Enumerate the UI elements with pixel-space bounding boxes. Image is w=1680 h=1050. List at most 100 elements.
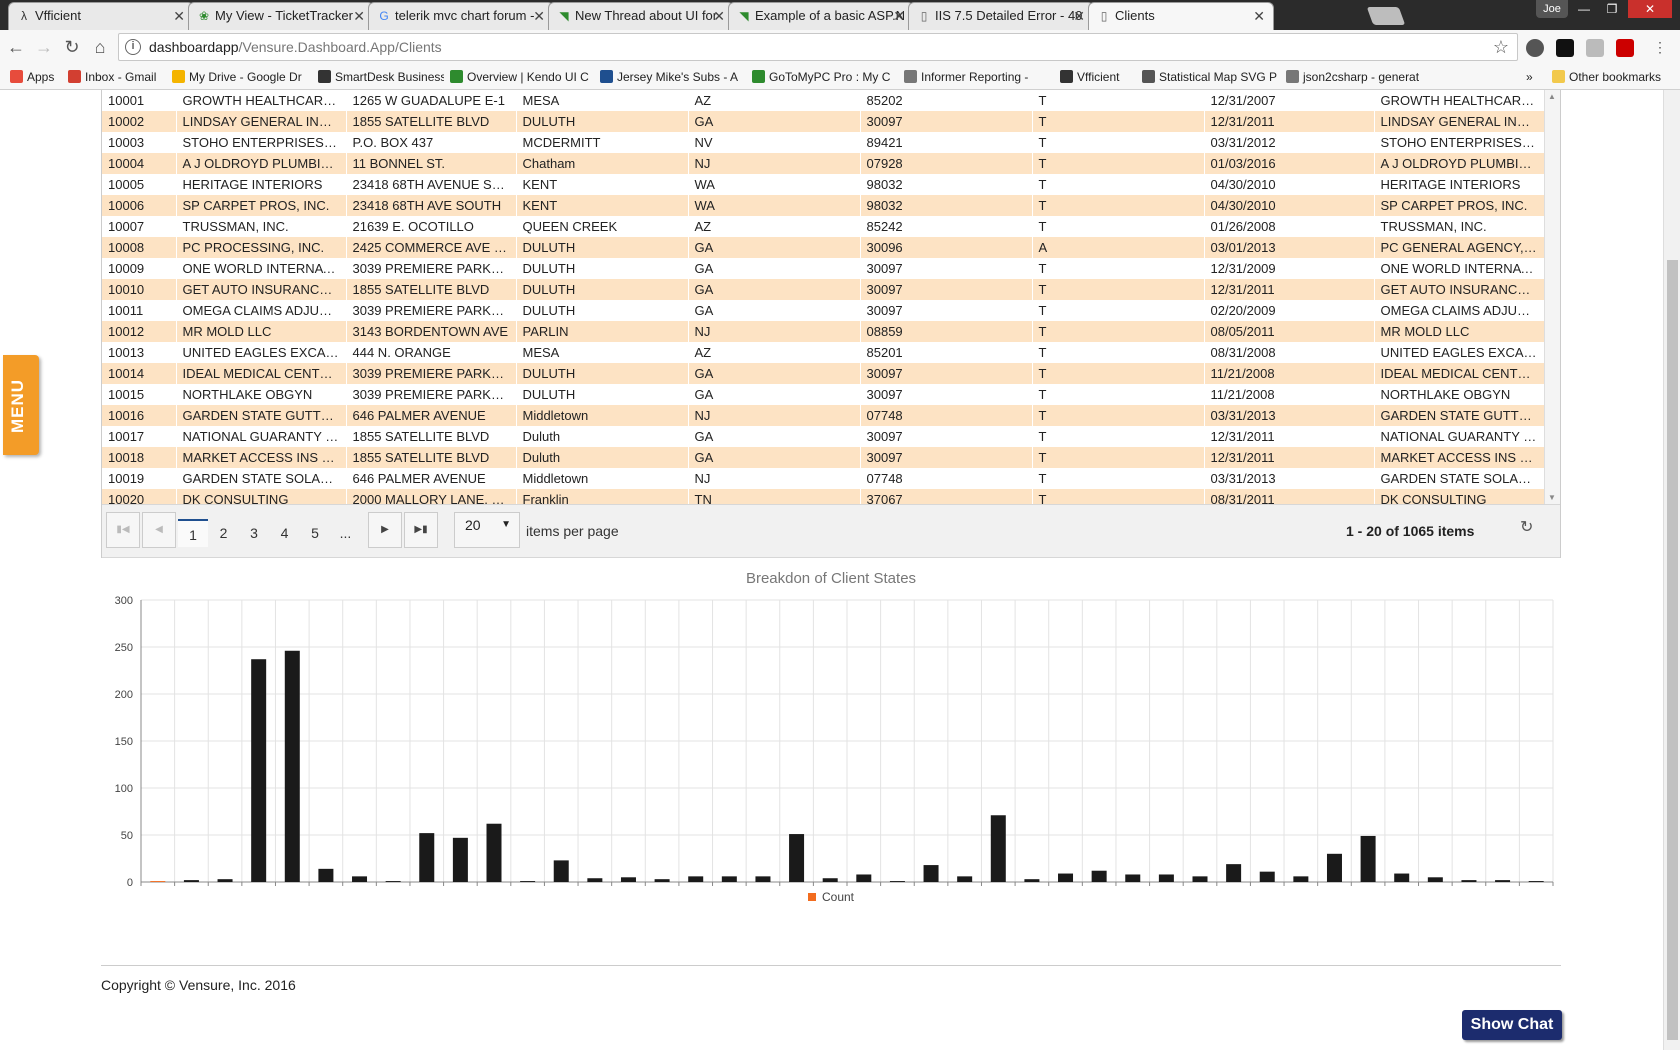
- browser-tab[interactable]: Gtelerik mvc chart forum - ✕: [368, 2, 554, 30]
- chrome-menu-icon[interactable]: ⋮: [1648, 36, 1672, 58]
- bookmark-item[interactable]: Jersey Mike's Subs - A: [600, 68, 746, 86]
- clients-grid: 10001 GROWTH HEALTHCARE… 1265 W GUADALUPE …: [101, 90, 1561, 558]
- bookmark-chevron-icon[interactable]: »: [1526, 68, 1533, 86]
- browser-tab[interactable]: ◥ New Thread about UI for ✕: [548, 2, 734, 30]
- page-number-button[interactable]: 5: [300, 519, 330, 547]
- bookmark-item[interactable]: Overview | Kendo UI C: [450, 68, 594, 86]
- table-row[interactable]: 10004 A J OLDROYD PLUMBIN… 11 BONNEL ST. Ch…: [102, 153, 1544, 174]
- prev-page-button[interactable]: ◀: [142, 512, 176, 548]
- table-row[interactable]: 10005 HERITAGE INTERIORS 23418 68TH AVENUE…: [102, 174, 1544, 195]
- page-number-button[interactable]: 2: [209, 519, 239, 547]
- table-row[interactable]: 10014 IDEAL MEDICAL CENTE… 3039 PREMIERE P…: [102, 363, 1544, 384]
- table-row[interactable]: 10012 MR MOLD LLC 3143 BORDENTOWN AVE PARLI…: [102, 321, 1544, 342]
- bookmark-item[interactable]: json2csharp - generat: [1286, 68, 1426, 86]
- tab-close-icon[interactable]: ✕: [1253, 3, 1265, 29]
- table-row[interactable]: 10002 LINDSAY GENERAL INS… 1855 SATELLITE …: [102, 111, 1544, 132]
- table-row[interactable]: 10010 GET AUTO INSURANCE… 1855 SATELLITE B…: [102, 279, 1544, 300]
- table-row[interactable]: 10015 NORTHLAKE OBGYN 3039 PREMIERE PARK… D…: [102, 384, 1544, 405]
- table-row[interactable]: 10017 NATIONAL GUARANTY I… 1855 SATELLITE …: [102, 426, 1544, 447]
- page-number-button[interactable]: 1: [178, 519, 208, 547]
- reload-icon[interactable]: ↻: [60, 36, 84, 58]
- new-tab-button[interactable]: [1366, 7, 1406, 25]
- browser-tab[interactable]: ❀ My View - TicketTracker ✕: [188, 2, 374, 30]
- back-icon[interactable]: ←: [4, 36, 28, 58]
- table-row[interactable]: 10008 PC PROCESSING, INC. 2425 COMMERCE AV…: [102, 237, 1544, 258]
- table-row[interactable]: 10018 MARKET ACCESS INS … 1855 SATELLITE B…: [102, 447, 1544, 468]
- tab-close-icon[interactable]: ✕: [353, 3, 365, 29]
- table-row[interactable]: 10009 ONE WORLD INTERNAT… 3039 PREMIERE PA…: [102, 258, 1544, 279]
- bookmark-item[interactable]: Informer Reporting -: [904, 68, 1054, 86]
- bookmark-item[interactable]: Inbox - Gmail: [68, 68, 168, 86]
- dropbox-extension-icon[interactable]: [1586, 39, 1604, 57]
- cell-client-id: 10002: [102, 111, 176, 132]
- browser-tab[interactable]: ◥ Example of a basic ASP.N ✕: [728, 2, 914, 30]
- amazon-extension-icon[interactable]: [1556, 39, 1574, 57]
- window-close-icon[interactable]: ✕: [1628, 0, 1672, 18]
- table-row[interactable]: 10013 UNITED EAGLES EXCA… 444 N. ORANGE MES…: [102, 342, 1544, 363]
- page-ellipsis[interactable]: ...: [331, 519, 361, 547]
- cell-client-name: GROWTH HEALTHCARE…: [182, 93, 345, 108]
- bookmark-item[interactable]: Vfficient: [1060, 68, 1136, 86]
- page-number-button[interactable]: 4: [270, 519, 300, 547]
- bookmark-item[interactable]: Apps: [10, 68, 66, 86]
- home-icon[interactable]: ⌂: [88, 36, 112, 58]
- extension-icon[interactable]: [1526, 39, 1544, 57]
- browser-tab[interactable]: λ Vfficient ✕: [8, 2, 194, 30]
- show-chat-button[interactable]: Show Chat: [1462, 1010, 1562, 1040]
- next-page-button[interactable]: ▶: [368, 512, 402, 548]
- chart-bar: [688, 876, 704, 882]
- page-scrollbar[interactable]: [1663, 90, 1680, 1050]
- tab-close-icon[interactable]: ✕: [893, 3, 905, 29]
- bookmark-item[interactable]: Statistical Map SVG P: [1142, 68, 1280, 86]
- cell-date: 03/31/2013: [1204, 405, 1374, 426]
- chart-bar: [990, 815, 1006, 882]
- profile-button[interactable]: Joe: [1536, 0, 1568, 18]
- side-menu-label: MENU: [8, 378, 27, 433]
- browser-tab[interactable]: ▯ IIS 7.5 Detailed Error - 40 ✕: [908, 2, 1094, 30]
- tab-close-icon[interactable]: ✕: [1073, 3, 1085, 29]
- table-row[interactable]: 10003 STOHO ENTERPRISES,… P.O. BOX 437 MCDE…: [102, 132, 1544, 153]
- browser-tab-title: Vfficient: [35, 8, 82, 23]
- table-row[interactable]: 10016 GARDEN STATE GUTTE… 646 PALMER AVENU…: [102, 405, 1544, 426]
- tab-close-icon[interactable]: ✕: [713, 3, 725, 29]
- chart-bar: [318, 868, 334, 882]
- site-info-icon[interactable]: i: [125, 39, 141, 55]
- side-menu-button[interactable]: MENU: [3, 355, 39, 455]
- restore-icon[interactable]: ❐: [1598, 0, 1626, 18]
- minimize-icon[interactable]: —: [1570, 0, 1598, 18]
- other-bookmarks[interactable]: Other bookmarks: [1552, 68, 1661, 86]
- tab-close-icon[interactable]: ✕: [533, 3, 545, 29]
- cell-status: T: [1038, 471, 1047, 486]
- cell-zip: 07748: [860, 405, 1032, 426]
- cell-legal-name: HERITAGE INTERIORS: [1380, 177, 1521, 192]
- cell-legal-name: GROWTH HEALTHCARE…: [1380, 93, 1543, 108]
- table-row[interactable]: 10011 OMEGA CLAIMS ADJUS… 3039 PREMIERE PA…: [102, 300, 1544, 321]
- last-page-button[interactable]: ▶▮: [404, 512, 438, 548]
- grid-scrollbar[interactable]: ▲ ▼: [1544, 90, 1560, 504]
- bookmark-star-icon[interactable]: ☆: [1493, 37, 1509, 58]
- legend-swatch: [807, 893, 816, 901]
- acrobat-extension-icon[interactable]: [1616, 39, 1634, 57]
- chart-bar: [452, 837, 468, 882]
- cell-date: 11/21/2008: [1210, 387, 1275, 402]
- table-row[interactable]: 10019 GARDEN STATE SOLAR… 646 PALMER AVENU…: [102, 468, 1544, 489]
- bookmark-item[interactable]: GoToMyPC Pro : My C: [752, 68, 898, 86]
- table-row[interactable]: 10007 TRUSSMAN, INC. 21639 E. OCOTILLO QUEE…: [102, 216, 1544, 237]
- table-row[interactable]: 10006 SP CARPET PROS, INC. 23418 68TH AVE …: [102, 195, 1544, 216]
- page-size-select[interactable]: 20 ▼: [454, 512, 520, 548]
- forward-icon[interactable]: →: [32, 36, 56, 58]
- scroll-up-icon[interactable]: ▲: [1548, 92, 1556, 101]
- page-number-button[interactable]: 3: [239, 519, 269, 547]
- page-scroll-thumb[interactable]: [1667, 260, 1678, 1040]
- scroll-down-icon[interactable]: ▼: [1548, 493, 1556, 502]
- refresh-icon[interactable]: ↻: [1520, 517, 1533, 537]
- tab-close-icon[interactable]: ✕: [173, 3, 185, 29]
- browser-tab[interactable]: ▯ Clients ✕: [1088, 2, 1274, 30]
- first-page-button[interactable]: ▮◀: [106, 512, 140, 548]
- table-row[interactable]: 10001 GROWTH HEALTHCARE… 1265 W GUADALUPE …: [102, 90, 1544, 111]
- bookmark-item[interactable]: SmartDesk Business C: [318, 68, 444, 86]
- bookmark-item[interactable]: My Drive - Google Dr: [172, 68, 312, 86]
- cell-address: 11 BONNEL ST.: [346, 153, 516, 174]
- chart-legend[interactable]: Count: [101, 890, 1561, 904]
- address-bar[interactable]: i dashboardapp/Vensure.Dashboard.App/Cli…: [118, 33, 1518, 61]
